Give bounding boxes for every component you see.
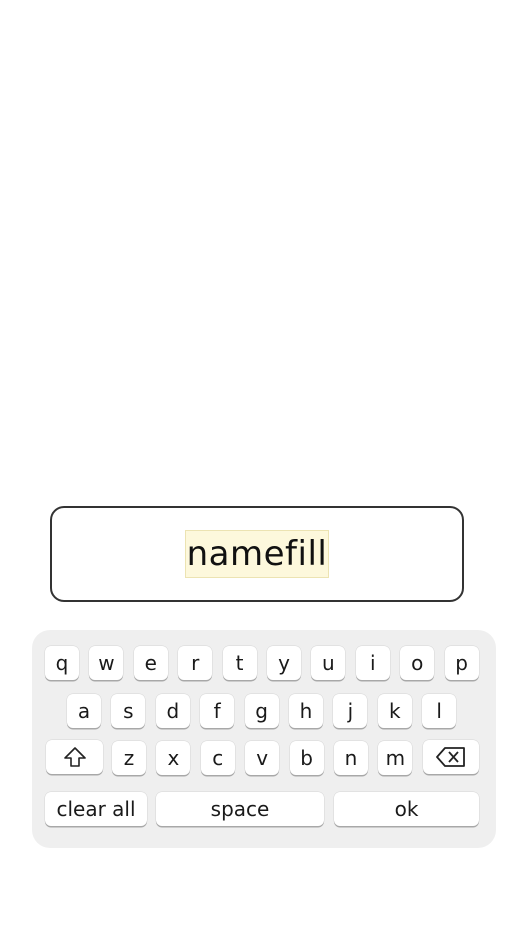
key-f[interactable]: f: [200, 694, 235, 728]
space-key[interactable]: space: [156, 792, 324, 826]
key-p[interactable]: p: [444, 646, 479, 680]
key-m[interactable]: m: [378, 741, 413, 775]
input-value: namefill: [184, 530, 330, 578]
key-n[interactable]: n: [334, 741, 368, 775]
key-k[interactable]: k: [377, 694, 412, 728]
shift-key[interactable]: [46, 740, 103, 774]
key-y[interactable]: y: [267, 646, 301, 680]
key-h[interactable]: h: [289, 694, 323, 728]
key-r[interactable]: r: [178, 646, 213, 680]
key-j[interactable]: j: [333, 694, 368, 728]
shift-arrow-icon: [63, 747, 86, 767]
key-o[interactable]: o: [400, 646, 435, 680]
key-q[interactable]: q: [45, 646, 79, 680]
key-x[interactable]: x: [156, 741, 191, 775]
key-t[interactable]: t: [222, 646, 257, 680]
key-z[interactable]: z: [112, 741, 146, 775]
key-w[interactable]: w: [89, 646, 124, 680]
key-c[interactable]: c: [200, 741, 235, 775]
backspace-icon: [436, 747, 465, 767]
text-input-field[interactable]: namefill: [50, 506, 464, 602]
key-i[interactable]: i: [355, 646, 390, 680]
key-v[interactable]: v: [245, 741, 280, 775]
backspace-key[interactable]: [423, 740, 479, 774]
on-screen-keyboard: clear all space ok qwertyuiop asdfghjkl zx…: [32, 630, 496, 848]
key-b[interactable]: b: [289, 741, 324, 775]
key-l[interactable]: l: [422, 694, 457, 728]
key-d[interactable]: d: [155, 694, 190, 728]
key-a[interactable]: a: [67, 694, 101, 728]
clear-all-key[interactable]: clear all: [45, 792, 147, 826]
ok-key[interactable]: ok: [334, 792, 479, 826]
key-g[interactable]: g: [244, 694, 279, 728]
key-e[interactable]: e: [133, 646, 168, 680]
key-s[interactable]: s: [111, 694, 146, 728]
key-u[interactable]: u: [311, 646, 346, 680]
